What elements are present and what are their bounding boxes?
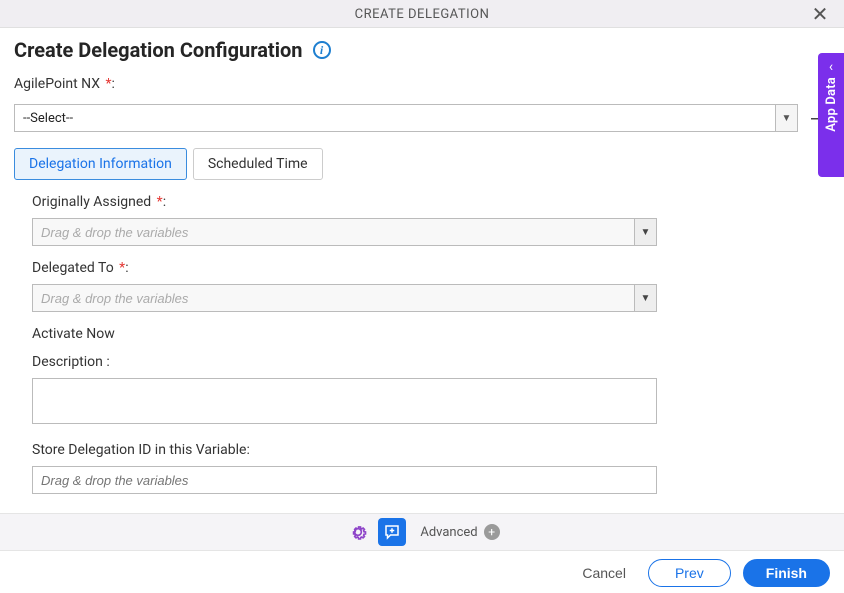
advanced-toggle[interactable]: Advanced + — [420, 524, 499, 540]
tab-scheduled-time[interactable]: Scheduled Time — [193, 148, 323, 180]
comment-plus-icon — [383, 523, 401, 541]
originally-assigned-field: Originally Assigned *: ▼ — [32, 194, 830, 246]
delegated-to-input[interactable]: ▼ — [32, 284, 657, 312]
title-bar-title: CREATE DELEGATION — [355, 7, 490, 22]
store-delegation-label: Store Delegation ID in this Variable: — [32, 442, 250, 458]
activate-now-label: Activate Now — [32, 326, 830, 342]
delegated-to-text[interactable] — [33, 285, 634, 311]
footer: Cancel Prev Finish — [0, 553, 844, 593]
originally-assigned-input[interactable]: ▼ — [32, 218, 657, 246]
store-delegation-input[interactable] — [32, 466, 657, 494]
chevron-down-icon: ▼ — [782, 113, 792, 124]
delegated-to-dropdown-button[interactable]: ▼ — [634, 285, 656, 311]
comments-button[interactable] — [378, 518, 406, 546]
originally-assigned-dropdown-button[interactable]: ▼ — [634, 219, 656, 245]
plus-circle-icon: + — [484, 524, 500, 540]
required-asterisk: * — [102, 76, 112, 92]
description-field: Description : — [32, 354, 830, 428]
side-tab-label: App Data — [824, 77, 839, 132]
delegation-info-form: Originally Assigned *: ▼ Delegated To *:… — [14, 194, 830, 494]
delegated-to-label: Delegated To — [32, 260, 114, 276]
cancel-button[interactable]: Cancel — [572, 559, 636, 587]
close-button[interactable]: ✕ — [806, 0, 834, 28]
advanced-label: Advanced — [420, 525, 477, 540]
prev-button[interactable]: Prev — [648, 559, 731, 587]
description-input[interactable] — [32, 378, 657, 424]
close-icon: ✕ — [812, 0, 829, 28]
page-title: Create Delegation Configuration — [14, 38, 303, 62]
agilepoint-dropdown-button[interactable]: ▼ — [775, 105, 797, 131]
originally-assigned-text[interactable] — [33, 219, 634, 245]
label-colon: : — [112, 76, 115, 92]
label-colon: : — [125, 260, 128, 276]
advanced-bar: Advanced + — [0, 513, 844, 551]
content-area: Create Delegation Configuration i AgileP… — [0, 28, 844, 494]
agilepoint-field: AgilePoint NX *: — [14, 76, 830, 96]
app-data-side-tab[interactable]: ‹ App Data — [818, 53, 844, 177]
title-bar: CREATE DELEGATION ✕ — [0, 0, 844, 28]
agilepoint-select[interactable]: --Select-- ▼ — [14, 104, 798, 132]
required-asterisk: * — [116, 260, 126, 276]
chevron-left-icon: ‹ — [829, 59, 833, 75]
description-label: Description : — [32, 354, 110, 370]
chevron-down-icon: ▼ — [641, 227, 651, 238]
page-heading: Create Delegation Configuration i — [14, 38, 830, 62]
originally-assigned-label: Originally Assigned — [32, 194, 151, 210]
required-asterisk: * — [153, 194, 163, 210]
store-delegation-field: Store Delegation ID in this Variable: — [32, 442, 830, 494]
gear-icon — [348, 522, 368, 542]
info-icon[interactable]: i — [313, 41, 331, 59]
agilepoint-label: AgilePoint NX — [14, 76, 100, 92]
settings-button[interactable] — [344, 518, 372, 546]
agilepoint-value: --Select-- — [15, 105, 775, 131]
tab-delegation-information[interactable]: Delegation Information — [14, 148, 187, 180]
delegated-to-field: Delegated To *: ▼ — [32, 260, 830, 312]
chevron-down-icon: ▼ — [641, 293, 651, 304]
tabs: Delegation Information Scheduled Time — [14, 148, 830, 180]
finish-button[interactable]: Finish — [743, 559, 830, 587]
label-colon: : — [163, 194, 166, 210]
